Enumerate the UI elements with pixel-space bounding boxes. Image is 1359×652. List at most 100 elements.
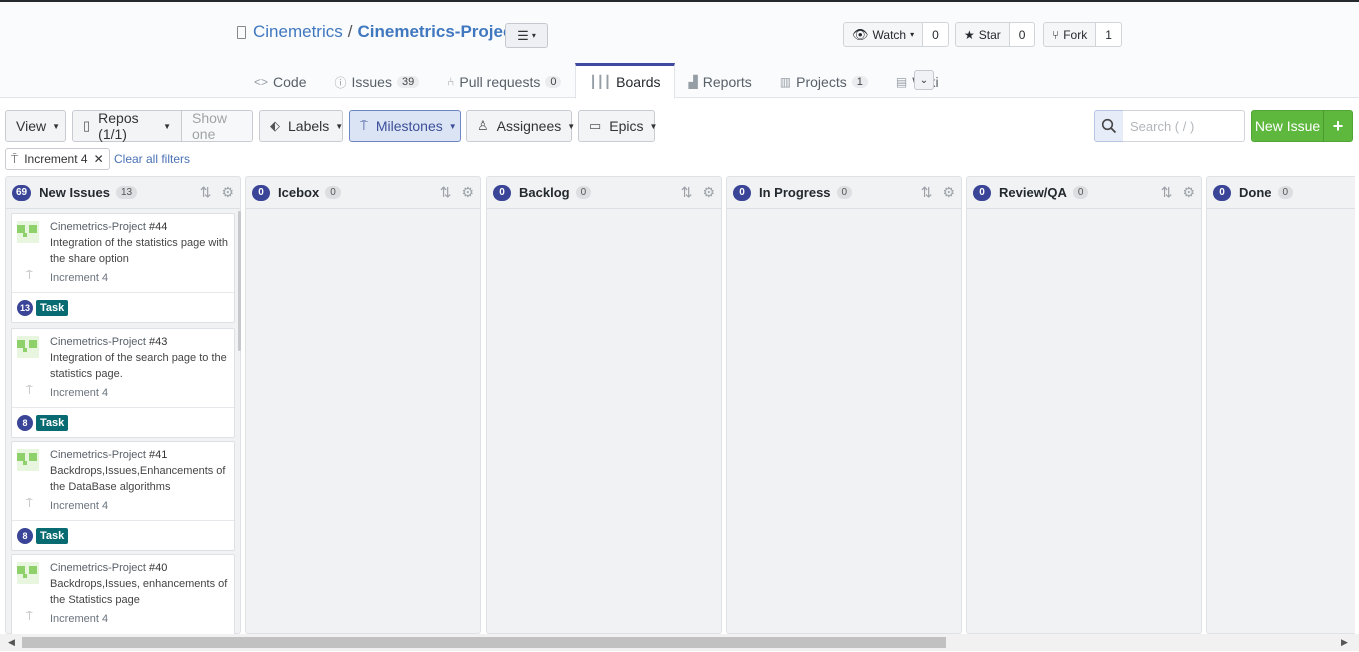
milestone-icon: ⍑ [26,498,33,510]
repos-dropdown[interactable]: ▯ Repos (1/1) ▼ [72,110,182,142]
gear-icon[interactable]: ⚙ [942,184,955,201]
milestone-icon: ⍑ [360,118,368,133]
epic-icon: ▭ [589,118,602,133]
person-icon: ♙ [477,118,489,133]
assignees-dropdown[interactable]: ♙ Assignees ▼ [466,110,575,142]
issue-card[interactable]: Cinemetrics-Project #40 Backdrops,Issues… [11,554,235,634]
pipeline-header: 0 Review/QA 0 ⇅ ⚙ [967,177,1201,209]
search-icon [1101,118,1117,134]
card-repo[interactable]: Cinemetrics-Project #41 [50,449,167,461]
eye-icon: 👁 [852,26,869,42]
star-button[interactable]: ★ Star [955,22,1010,47]
new-issue-plus-button[interactable]: + [1323,110,1353,142]
sort-icon[interactable]: ⇅ [200,184,212,201]
avatar [17,562,39,584]
label-task[interactable]: Task [36,527,69,544]
view-label: View [16,118,47,134]
card-title[interactable]: Backdrops,Issues,Enhancements of the Dat… [50,464,230,495]
show-one-button[interactable]: Show one [182,110,253,142]
scroll-right-icon[interactable]: ▶ [1341,637,1348,648]
pipeline-total-badge: 0 [1213,184,1231,201]
pipeline-name: Icebox [278,185,320,200]
issue-card[interactable]: Cinemetrics-Project #43 Integration of t… [11,328,235,438]
search-button[interactable] [1094,110,1124,142]
tab-boards[interactable]: ┃┃┃ Boards [575,63,675,99]
watch-button[interactable]: 👁 Watch ▾ [843,22,924,47]
repo-name-link[interactable]: Cinemetrics-Project [357,22,518,42]
gear-icon[interactable]: ⚙ [702,184,715,201]
view-dropdown[interactable]: View ▼ [5,110,66,142]
issue-card[interactable]: Cinemetrics-Project #41 Backdrops,Issues… [11,441,235,551]
tab-issues[interactable]: ⓘ Issues 39 [320,63,433,99]
projects-counter: 1 [851,76,868,88]
repo-menu-button[interactable]: ☰ ▾ [505,23,548,48]
sort-icon[interactable]: ⇅ [681,184,693,201]
milestone-icon: ⍑ [11,151,19,166]
label-task[interactable]: Task [36,414,69,431]
tab-reports[interactable]: ▟ Reports [675,63,766,99]
gear-icon[interactable]: ⚙ [1182,184,1195,201]
caret-down-icon: ▼ [649,121,658,131]
pipeline-count: 0 [1072,186,1089,199]
card-title[interactable]: Backdrops,Issues, enhancements of the St… [50,577,230,608]
label-task[interactable]: Task [36,299,69,316]
card-milestone: Increment 4 [50,500,109,512]
card-title[interactable]: Integration of the search page to the st… [50,351,230,382]
tab-pull-requests[interactable]: ⑃ Pull requests 0 [433,63,575,99]
tab-projects-label: Projects [796,74,847,90]
show-one-label: Show one [192,110,228,142]
issue-card[interactable]: Cinemetrics-Project #44 Integration of t… [11,213,235,323]
clear-filters-link[interactable]: Clear all filters [114,152,190,166]
tab-projects[interactable]: ▥ Projects 1 [766,63,882,99]
repo-owner-link[interactable]: Cinemetrics [253,22,343,42]
star-count[interactable]: 0 [1009,22,1036,47]
fork-group: ⑂ Fork 1 [1043,22,1122,47]
watch-count[interactable]: 0 [923,22,949,47]
repo-book-icon [237,25,246,39]
sort-icon[interactable]: ⇅ [921,184,933,201]
pipeline-scrollbar[interactable] [238,211,241,351]
nav-more-button[interactable]: ⌄ [914,70,934,90]
pipeline-done: 0 Done 0 [1206,176,1355,634]
repo-icon: ▯ [83,118,91,133]
tab-reports-label: Reports [702,74,752,90]
close-icon[interactable]: ✕ [94,152,104,166]
tag-icon: ⬖ [270,118,280,133]
fork-button[interactable]: ⑂ Fork [1043,22,1097,47]
pull-request-icon: ⑃ [447,75,455,89]
labels-dropdown[interactable]: ⬖ Labels ▼ [259,110,343,142]
pipeline-count: 0 [575,186,592,199]
tab-code-label: Code [273,74,307,90]
pipeline-name: Review/QA [999,185,1067,200]
card-repo[interactable]: Cinemetrics-Project #44 [50,221,167,233]
assignees-label: Assignees [496,118,562,134]
pipeline-total-badge: 0 [733,184,751,201]
tab-code[interactable]: <> Code [240,63,320,99]
scroll-left-icon[interactable]: ◀ [8,637,15,648]
card-repo[interactable]: Cinemetrics-Project #40 [50,562,167,574]
epics-dropdown[interactable]: ▭ Epics ▼ [578,110,658,142]
gear-icon[interactable]: ⚙ [221,184,234,201]
horizontal-scrollbar[interactable]: ◀ ▶ [0,634,1359,651]
code-icon: <> [254,75,269,89]
pipeline-backlog: 0 Backlog 0 ⇅ ⚙ [486,176,722,634]
milestones-dropdown[interactable]: ⍑ Milestones ▼ [349,110,461,142]
scrollbar-thumb[interactable] [22,637,946,648]
board-toolbar: View ▼ ▯ Repos (1/1) ▼ Show one ⬖ Labels… [0,110,1359,142]
star-icon: ★ [964,27,975,42]
pipeline-review-qa: 0 Review/QA 0 ⇅ ⚙ [966,176,1202,634]
card-title[interactable]: Integration of the statistics page with … [50,236,230,267]
gear-icon[interactable]: ⚙ [461,184,474,201]
sort-icon[interactable]: ⇅ [440,184,452,201]
fork-count[interactable]: 1 [1096,22,1122,47]
card-repo[interactable]: Cinemetrics-Project #43 [50,336,167,348]
pipeline-new-issues: 69 New Issues 13 ⇅ ⚙ Cinemetrics-Project… [5,176,241,634]
tab-issues-label: Issues [351,74,392,90]
new-issue-button[interactable]: New Issue [1251,110,1324,142]
epics-label: Epics [609,118,644,134]
pulls-counter: 0 [545,76,562,88]
milestone-filter-chip[interactable]: ⍑ Increment 4 ✕ [5,148,110,170]
sort-icon[interactable]: ⇅ [1161,184,1173,201]
search-input[interactable] [1123,110,1245,142]
repos-label: Repos (1/1) [98,110,139,142]
